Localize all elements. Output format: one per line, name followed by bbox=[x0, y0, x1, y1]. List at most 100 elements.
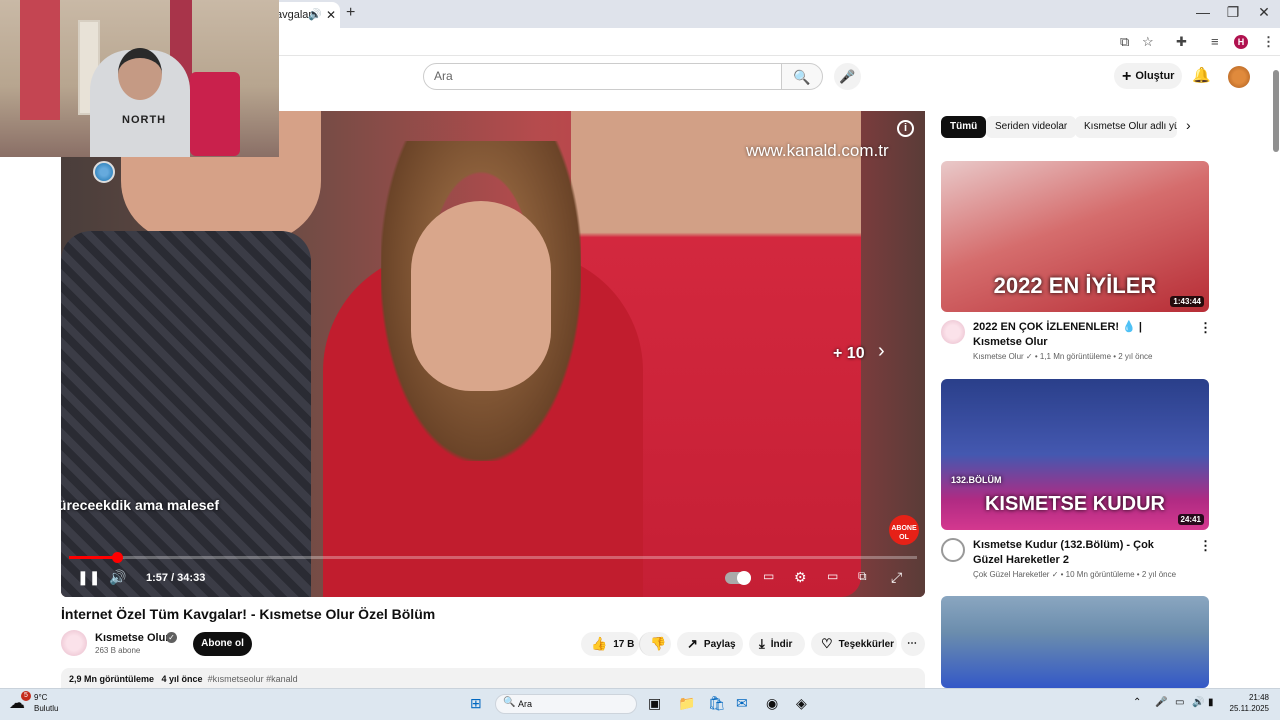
channel-avatar[interactable] bbox=[941, 538, 965, 562]
speaker-icon[interactable]: 🔊 bbox=[1192, 697, 1204, 708]
cast-icon[interactable]: ⧉ bbox=[1120, 34, 1129, 50]
progress-bar[interactable] bbox=[69, 552, 917, 563]
taskbar-search[interactable]: Ara bbox=[495, 694, 637, 714]
chevron-right-icon[interactable]: › bbox=[878, 340, 885, 363]
theater-mode-icon[interactable]: ▭ bbox=[827, 569, 838, 583]
rec-thumbnail[interactable] bbox=[941, 596, 1209, 688]
close-window-button[interactable]: ✕ bbox=[1249, 4, 1279, 21]
browser-tab[interactable]: avgalar 🔊 ✕ bbox=[270, 2, 340, 28]
chrome-icon[interactable]: ◉ bbox=[766, 695, 778, 712]
share-icon: ↗ bbox=[687, 636, 698, 651]
task-view-icon[interactable]: ▣ bbox=[648, 695, 661, 712]
microphone-icon[interactable]: 🎤 bbox=[1155, 697, 1167, 708]
like-button[interactable]: 👍 17 B bbox=[581, 632, 639, 656]
video-frame-detail bbox=[411, 201, 551, 391]
profile-avatar[interactable]: H bbox=[1234, 35, 1248, 49]
dislike-button[interactable]: 👎 bbox=[639, 632, 671, 656]
bookmark-star-icon[interactable]: ☆ bbox=[1142, 34, 1154, 50]
settings-gear-icon[interactable]: ⚙ bbox=[794, 569, 807, 586]
share-button[interactable]: ↗ Paylaş bbox=[677, 632, 743, 656]
rec-stats: 10 Mn görüntüleme • 2 yıl önce bbox=[1065, 570, 1177, 579]
watermark: www.kanald.com.tr bbox=[746, 141, 889, 160]
pause-icon[interactable]: ❚❚ bbox=[77, 569, 100, 586]
download-button[interactable]: ⤓ İndir bbox=[749, 632, 805, 656]
thanks-icon: ♡ bbox=[821, 636, 833, 651]
tab-close-icon[interactable]: ✕ bbox=[326, 2, 336, 28]
download-icon: ⤓ bbox=[759, 636, 765, 651]
webcam-shirt-text: NORTH bbox=[122, 114, 167, 126]
chevron-up-icon[interactable]: ⌃ bbox=[1133, 697, 1141, 708]
clock-time: 21:48 bbox=[1248, 693, 1269, 702]
chevron-right-icon[interactable]: › bbox=[1186, 117, 1191, 133]
subscribe-button[interactable]: Abone ol bbox=[193, 632, 252, 656]
browser-menu-icon[interactable]: ⋮ bbox=[1262, 34, 1275, 50]
caption-text: üreceekdik ama malesef bbox=[61, 497, 219, 513]
taskbar-clock[interactable]: 21:48 25.11.2025 bbox=[1229, 692, 1269, 714]
rec-channel[interactable]: Çok Güzel Hareketler bbox=[973, 570, 1049, 579]
create-button[interactable]: + Oluştur bbox=[1114, 63, 1182, 89]
search-icon: 🔍 bbox=[793, 69, 811, 85]
rec-stats: 1,1 Mn görüntüleme • 2 yıl önce bbox=[1039, 352, 1153, 361]
rec-channel[interactable]: Kısmetse Olur bbox=[973, 352, 1024, 361]
restore-button[interactable]: ❐ bbox=[1218, 4, 1248, 21]
rec-thumbnail[interactable]: 132.BÖLÜM KISMETSE KUDUR 24:41 bbox=[941, 379, 1209, 530]
volume-icon[interactable]: 🔊 bbox=[109, 569, 126, 586]
subtitles-icon[interactable]: ▭ bbox=[763, 569, 774, 583]
chip-series[interactable]: Seriden videolar bbox=[986, 116, 1077, 138]
more-icon: ⋯ bbox=[907, 638, 917, 649]
cast-icon[interactable]: ⧉ bbox=[858, 569, 867, 584]
channel-avatar[interactable] bbox=[61, 630, 87, 656]
webcam-head bbox=[118, 48, 162, 100]
network-icon[interactable]: ▭ bbox=[1175, 697, 1184, 708]
channel-logo-bug bbox=[93, 161, 115, 183]
autoplay-toggle[interactable] bbox=[725, 571, 751, 585]
rec-thumbnail[interactable]: 2022 EN İYİLER 1:43:44 bbox=[941, 161, 1209, 312]
voice-search-button[interactable]: 🎤 bbox=[834, 63, 861, 90]
thumbs-up-icon: 👍 bbox=[591, 636, 608, 651]
battery-icon[interactable]: ▮ bbox=[1208, 697, 1214, 708]
more-actions-button[interactable]: ⋯ bbox=[901, 632, 925, 656]
scrollbar-thumb[interactable] bbox=[1273, 70, 1279, 152]
speaker-icon[interactable]: 🔊 bbox=[308, 2, 322, 28]
skip-forward-label[interactable]: + 10 bbox=[833, 345, 865, 363]
verified-icon: ✓ bbox=[166, 632, 177, 643]
account-avatar[interactable] bbox=[1228, 66, 1250, 88]
channel-avatar[interactable] bbox=[941, 320, 965, 344]
chip-channel[interactable]: Kısmetse Olur adlı yü bbox=[1075, 116, 1177, 138]
rec-title[interactable]: Kısmetse Kudur (132.Bölüm) - Çok Güzel H… bbox=[973, 538, 1183, 568]
channel-name[interactable]: Kısmetse Olur bbox=[95, 632, 170, 644]
hashtags[interactable]: #kısmetseolur #kanald bbox=[208, 674, 298, 684]
chip-all[interactable]: Tümü bbox=[941, 116, 987, 138]
app-icon[interactable]: ◈ bbox=[796, 695, 807, 712]
outlook-icon[interactable]: ✉ bbox=[736, 695, 748, 712]
more-vert-icon[interactable]: ⋮ bbox=[1199, 320, 1212, 336]
video-player[interactable]: www.kanald.com.tr i + 10 › üreceekdik am… bbox=[61, 111, 925, 597]
minimize-button[interactable]: — bbox=[1188, 4, 1218, 20]
description-box[interactable]: 2,9 Mn görüntüleme 4 yıl önce #kısmetseo… bbox=[61, 668, 925, 690]
page-scrollbar[interactable] bbox=[1272, 62, 1280, 662]
fullscreen-icon[interactable]: ⤢ bbox=[891, 569, 902, 586]
more-vert-icon[interactable]: ⋮ bbox=[1199, 538, 1212, 554]
microphone-icon: 🎤 bbox=[839, 69, 856, 84]
store-icon[interactable]: 🛍 bbox=[708, 695, 726, 712]
weather-desc[interactable]: Bulutlu bbox=[34, 704, 58, 713]
search-icon: 🔍 bbox=[503, 697, 516, 708]
bell-icon[interactable]: 🔔 bbox=[1192, 66, 1211, 84]
file-explorer-icon[interactable]: 📁 bbox=[678, 695, 695, 712]
thumb-text: KISMETSE KUDUR bbox=[984, 493, 1165, 515]
new-tab-button[interactable]: + bbox=[346, 4, 355, 22]
windows-start-icon[interactable]: ⊞ bbox=[470, 695, 482, 712]
media-control-icon[interactable]: ≡ bbox=[1211, 34, 1219, 49]
search-input[interactable]: Ara bbox=[423, 63, 782, 90]
weather-temp[interactable]: 9°C bbox=[34, 693, 47, 702]
thanks-button[interactable]: ♡ Teşekkürler bbox=[811, 632, 897, 656]
progress-fill bbox=[69, 556, 117, 559]
tab-title: avgalar bbox=[276, 9, 313, 21]
search-button[interactable]: 🔍 bbox=[781, 63, 823, 90]
subscribe-watermark[interactable]: ABONE OL bbox=[889, 515, 919, 545]
info-icon[interactable]: i bbox=[897, 120, 914, 137]
extensions-icon[interactable]: ✚ bbox=[1176, 34, 1187, 50]
progress-scrubber[interactable] bbox=[111, 552, 123, 563]
create-label: Oluştur bbox=[1135, 70, 1175, 82]
rec-title[interactable]: 2022 EN ÇOK İZLENENLER! 💧 | Kısmetse Olu… bbox=[973, 320, 1183, 350]
